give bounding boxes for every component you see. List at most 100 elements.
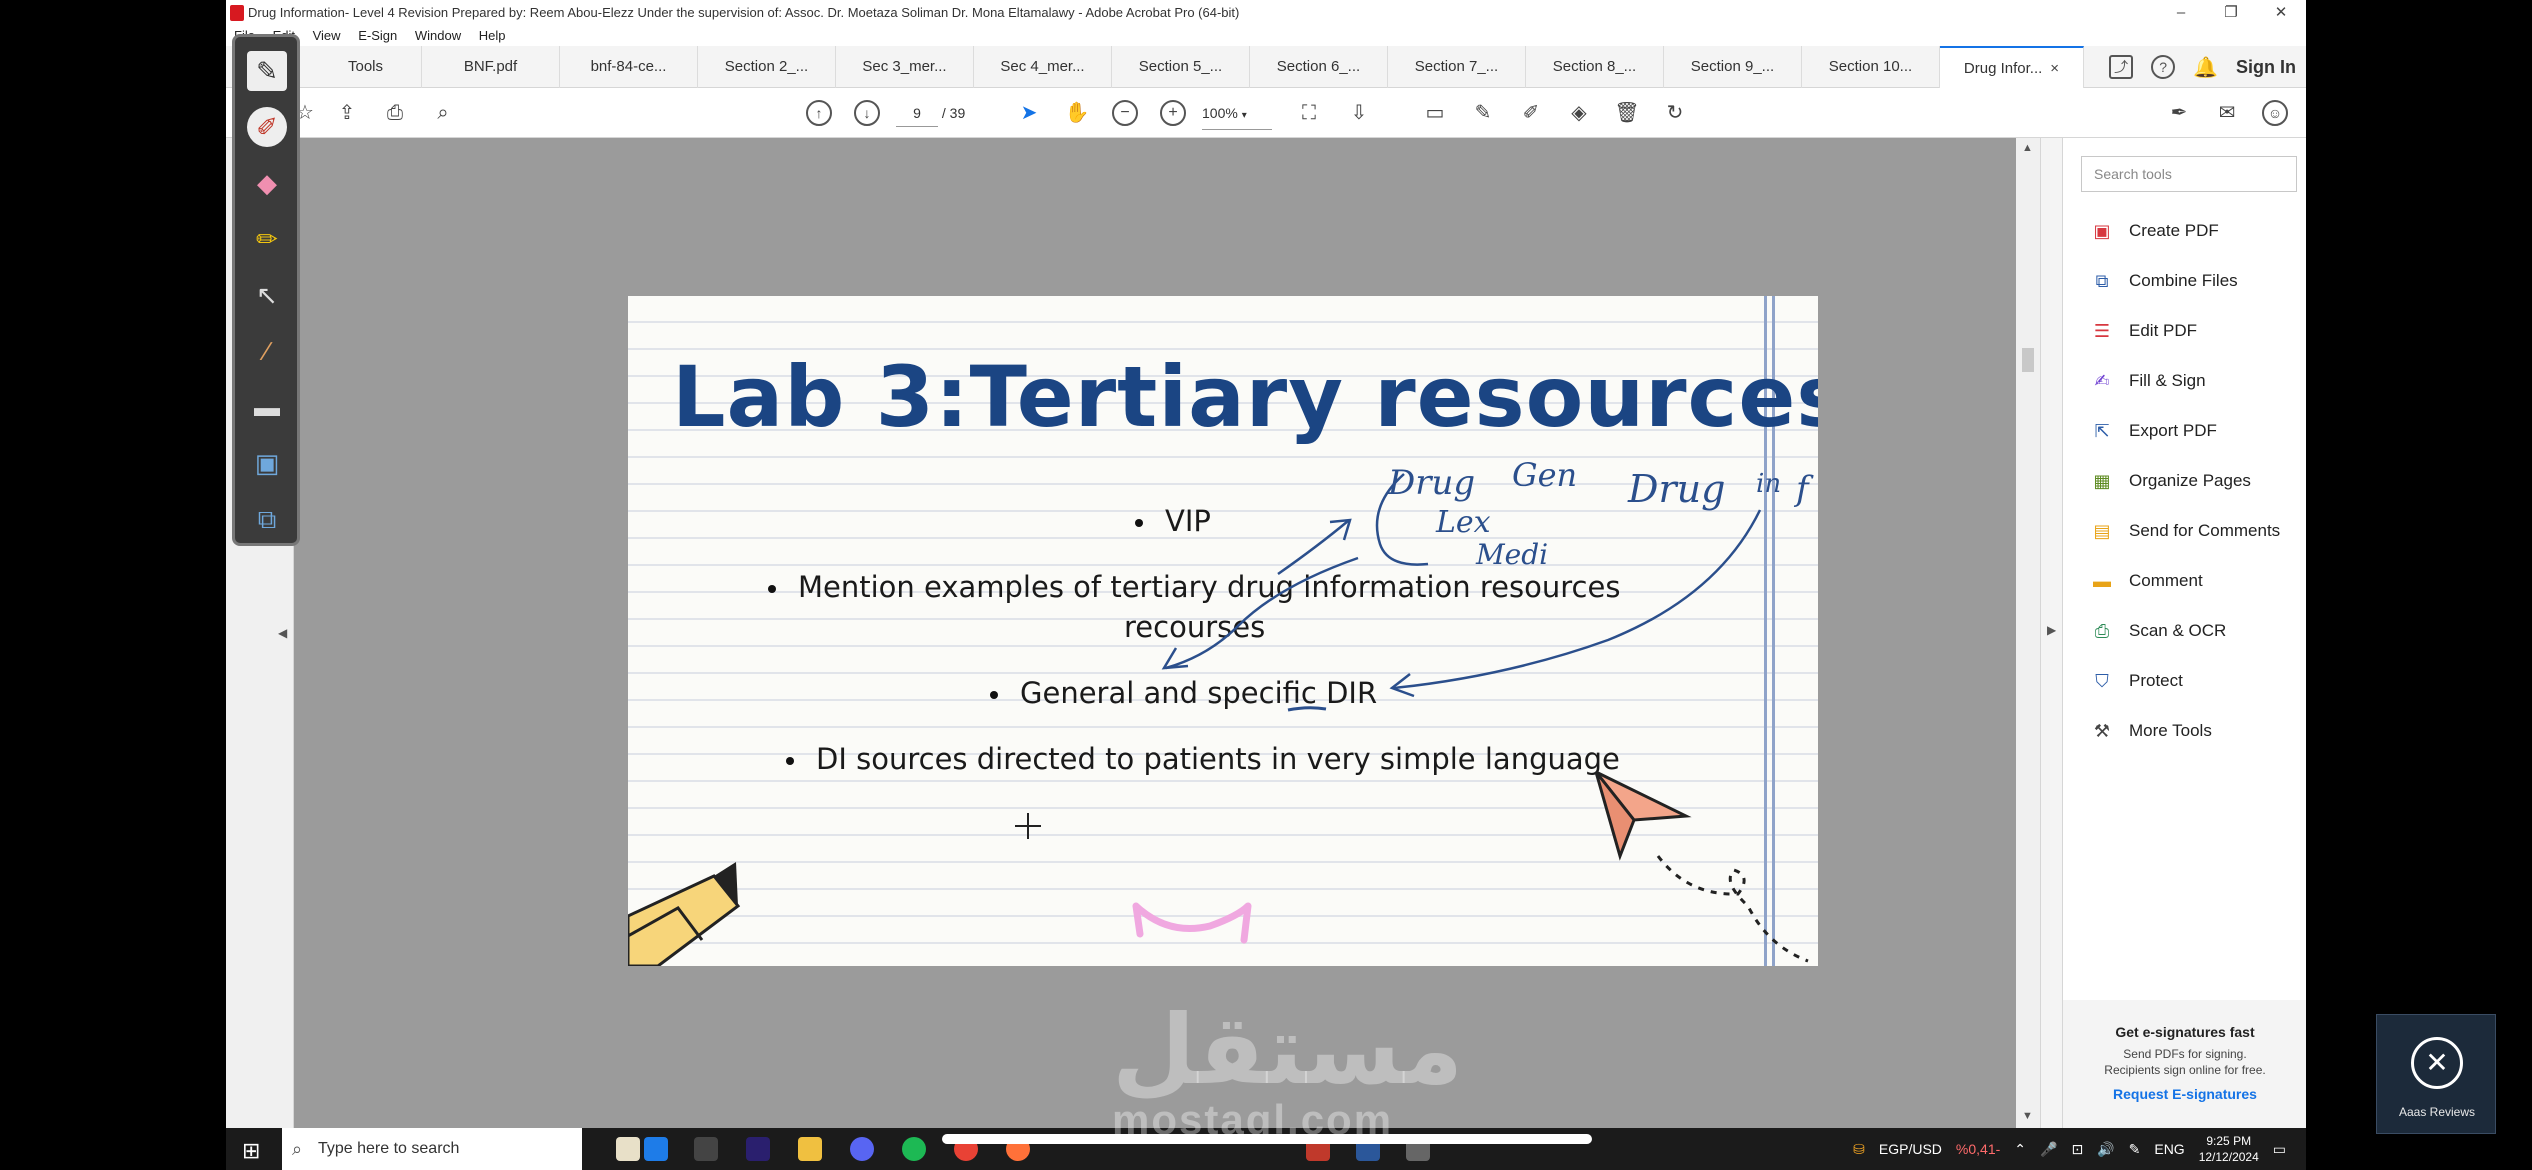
tray-expand-icon[interactable]: ⌃ bbox=[2014, 1141, 2026, 1158]
handwritten-word: Drug bbox=[1627, 467, 1725, 511]
microphone-icon[interactable]: 🎤 bbox=[2040, 1141, 2057, 1158]
chevron-down-icon: ▾ bbox=[1241, 110, 1247, 121]
tab-section-5[interactable]: Section 5_... bbox=[1112, 46, 1250, 88]
pen-tray-icon[interactable]: ✎ bbox=[2129, 1141, 2141, 1158]
page-number-input[interactable]: 9 bbox=[896, 100, 938, 127]
highlighter-tool-icon[interactable]: ✏ bbox=[247, 219, 287, 259]
sign-pen-icon[interactable]: ✒ bbox=[2166, 100, 2192, 126]
scroll-mode-icon[interactable]: ⇩ bbox=[1346, 100, 1372, 126]
tab-section-6[interactable]: Section 6_... bbox=[1250, 46, 1388, 88]
scroll-up-icon[interactable]: ▲ bbox=[2022, 142, 2033, 154]
search-tools-input[interactable]: Search tools bbox=[2081, 156, 2297, 192]
tool-edit-pdf[interactable]: ☰ Edit PDF bbox=[2089, 316, 2197, 346]
tool-comment[interactable]: ▬ Comment bbox=[2089, 566, 2203, 596]
menu-view[interactable]: View bbox=[313, 28, 341, 43]
delete-icon[interactable]: 🗑 bbox=[1614, 100, 1640, 126]
title-bar: Drug Information- Level 4 Revision Prepa… bbox=[226, 0, 2306, 26]
taskbar-app-icon[interactable] bbox=[616, 1137, 640, 1161]
tab-section-10[interactable]: Section 10... bbox=[1802, 46, 1940, 88]
zoom-out-icon[interactable]: − bbox=[1112, 100, 1138, 126]
marker-tool-icon[interactable]: ✐ bbox=[247, 107, 287, 147]
network-icon[interactable]: ⊡ bbox=[2071, 1141, 2083, 1158]
redo-rotate-icon[interactable]: ↻ bbox=[1662, 100, 1688, 126]
spotify-app-icon[interactable] bbox=[902, 1137, 926, 1161]
taskbar-clock[interactable]: 9:25 PM 12/12/2024 bbox=[2199, 1133, 2259, 1165]
tab-sec-4[interactable]: Sec 4_mer... bbox=[974, 46, 1112, 88]
zoom-level-select[interactable]: 100% ▾ bbox=[1202, 100, 1272, 130]
tool-protect[interactable]: ⛉ Protect bbox=[2089, 666, 2183, 696]
premiere-app-icon[interactable] bbox=[746, 1137, 770, 1161]
expand-left-pane-icon[interactable]: ◀ bbox=[278, 626, 287, 640]
tab-section-8[interactable]: Section 8_... bbox=[1526, 46, 1664, 88]
previous-page-icon[interactable]: ↑ bbox=[806, 100, 832, 126]
tab-section-2[interactable]: Section 2_... bbox=[698, 46, 836, 88]
restore-button[interactable]: ❐ bbox=[2206, 0, 2256, 26]
account-icon[interactable]: ☺ bbox=[2262, 100, 2288, 126]
tool-export-pdf[interactable]: ⇱ Export PDF bbox=[2089, 416, 2216, 446]
fit-page-icon[interactable]: ⛶ bbox=[1296, 100, 1322, 126]
hand-tool-icon[interactable]: ✋ bbox=[1064, 100, 1090, 126]
clock-date: 12/12/2024 bbox=[2198, 1150, 2259, 1164]
draw-icon[interactable]: ✐ bbox=[1518, 100, 1544, 126]
tab-bnf[interactable]: BNF.pdf bbox=[422, 46, 560, 88]
tool-scan-ocr[interactable]: ⎙ Scan & OCR bbox=[2089, 616, 2227, 646]
tool-more-tools[interactable]: ⚒ More Tools bbox=[2089, 716, 2212, 746]
upload-cloud-icon[interactable]: ⇪ bbox=[334, 100, 360, 126]
whiteboard-tool-icon[interactable]: ▬ bbox=[247, 387, 287, 427]
help-icon[interactable]: ? bbox=[2151, 55, 2176, 79]
tool-fill-sign[interactable]: ✍ Fill & Sign bbox=[2089, 366, 2205, 396]
combine-files-icon: ⧉ bbox=[2095, 271, 2109, 291]
zoom-search-icon[interactable]: ⌕ bbox=[430, 100, 456, 126]
tool-organize-pages[interactable]: ▦ Organize Pages bbox=[2089, 466, 2250, 496]
taskbar-search-input[interactable]: ⌕ Type here to search bbox=[282, 1128, 582, 1170]
zoom-in-icon[interactable]: + bbox=[1160, 100, 1186, 126]
windows-start-icon[interactable]: ⊞ bbox=[242, 1138, 260, 1164]
menu-help[interactable]: Help bbox=[479, 28, 506, 43]
taskbar-app-icon[interactable] bbox=[644, 1137, 668, 1161]
tab-sec-3[interactable]: Sec 3_mer... bbox=[836, 46, 974, 88]
scrollbar-thumb[interactable] bbox=[2022, 348, 2034, 372]
next-page-icon[interactable]: ↓ bbox=[854, 100, 880, 126]
share-icon[interactable]: ⤴ bbox=[2109, 55, 2134, 79]
tool-send-for-comments[interactable]: ▤ Send for Comments bbox=[2089, 516, 2280, 546]
tool-create-pdf[interactable]: ▣ Create PDF bbox=[2089, 216, 2218, 246]
tab-close-icon[interactable]: × bbox=[2050, 60, 2059, 77]
tab-tools[interactable]: Tools bbox=[310, 46, 422, 88]
tab-section-7[interactable]: Section 7_... bbox=[1388, 46, 1526, 88]
comment-toolbar-icon[interactable]: ▭ bbox=[1422, 100, 1448, 126]
screen-record-icon[interactable]: ⧉ bbox=[247, 499, 287, 539]
sign-in-link[interactable]: Sign In bbox=[2236, 57, 2296, 78]
screen-capture-icon[interactable]: ▣ bbox=[247, 443, 287, 483]
stamp-icon[interactable]: ◈ bbox=[1566, 100, 1592, 126]
currency-label[interactable]: EGP/USD bbox=[1879, 1141, 1942, 1157]
collapse-pane-icon[interactable]: ▶ bbox=[2047, 623, 2056, 637]
pen-tool-icon[interactable]: ✎ bbox=[247, 51, 287, 91]
language-indicator[interactable]: ENG bbox=[2154, 1141, 2184, 1157]
scroll-down-icon[interactable]: ▼ bbox=[2022, 1110, 2033, 1122]
menu-esign[interactable]: E-Sign bbox=[358, 28, 397, 43]
file-explorer-icon[interactable] bbox=[798, 1137, 822, 1161]
task-view-icon[interactable] bbox=[694, 1137, 718, 1161]
tool-combine-files[interactable]: ⧉ Combine Files bbox=[2089, 266, 2238, 296]
brush-tool-icon[interactable]: ∕ bbox=[247, 331, 287, 371]
menu-window[interactable]: Window bbox=[415, 28, 461, 43]
select-cursor-icon[interactable]: ➤ bbox=[1016, 100, 1042, 126]
volume-icon[interactable]: 🔊 bbox=[2097, 1141, 2114, 1158]
tab-drug-information[interactable]: Drug Infor... × bbox=[1940, 46, 2084, 88]
close-window-button[interactable]: ✕ bbox=[2256, 0, 2306, 26]
tools-pane-toggle[interactable]: ▶ bbox=[2040, 138, 2062, 1128]
discord-app-icon[interactable] bbox=[850, 1137, 874, 1161]
mail-icon[interactable]: ✉ bbox=[2214, 100, 2240, 126]
highlight-pen-icon[interactable]: ✎ bbox=[1470, 100, 1496, 126]
notifications-icon[interactable]: ▭ bbox=[2273, 1141, 2286, 1158]
notification-bell-icon[interactable]: 🔔 bbox=[2193, 55, 2218, 80]
document-view[interactable]: Lab 3:Tertiary resources VIP Mention exa… bbox=[294, 138, 2016, 1128]
minimize-button[interactable]: – bbox=[2156, 0, 2206, 26]
vertical-scrollbar[interactable]: ▲ ▼ bbox=[2016, 138, 2040, 1128]
print-icon[interactable]: ⎙ bbox=[382, 100, 408, 126]
request-esignatures-link[interactable]: Request E-signatures bbox=[2063, 1086, 2306, 1102]
eraser-tool-icon[interactable]: ◆ bbox=[247, 163, 287, 203]
pointer-tool-icon[interactable]: ↖ bbox=[247, 275, 287, 315]
tab-bnf-84[interactable]: bnf-84-ce... bbox=[560, 46, 698, 88]
tab-section-9[interactable]: Section 9_... bbox=[1664, 46, 1802, 88]
